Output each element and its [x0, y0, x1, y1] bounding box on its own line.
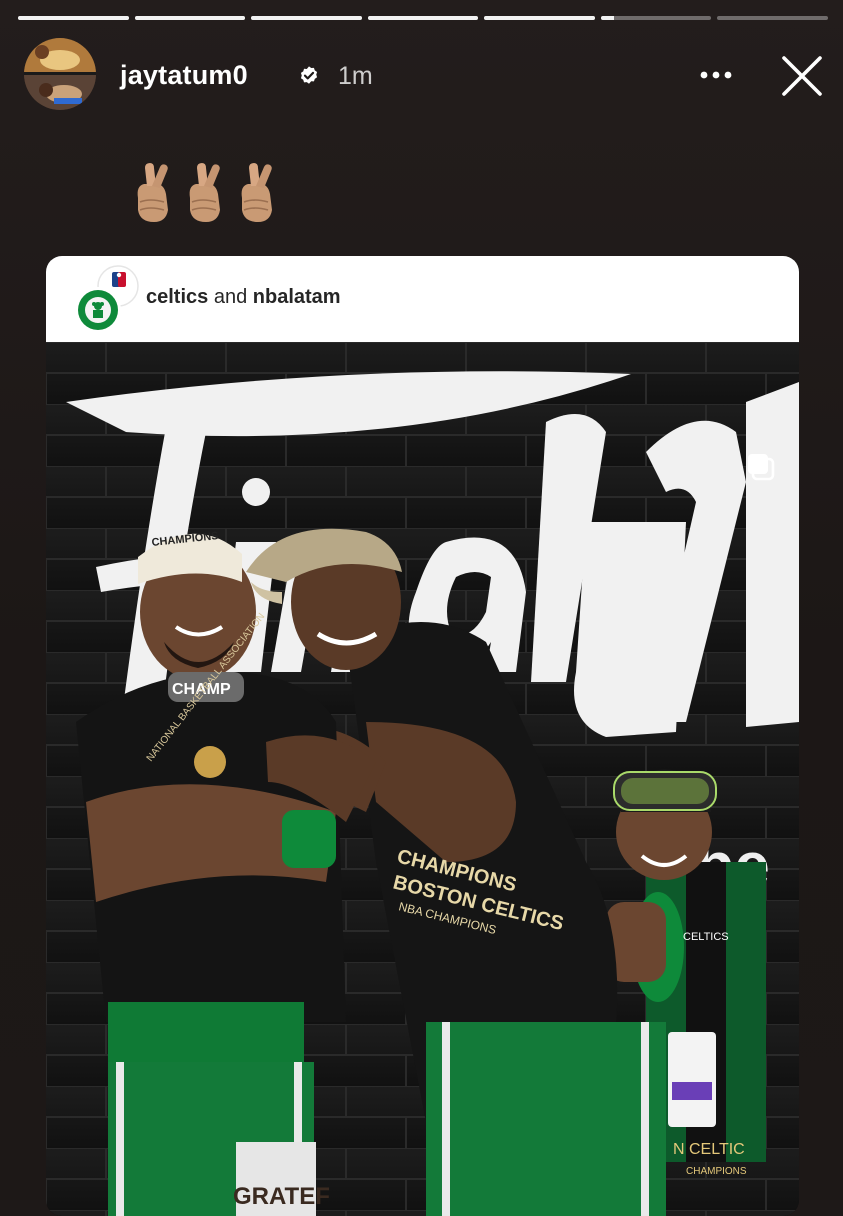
more-horizontal-icon[interactable]	[696, 58, 736, 92]
progress-segment	[18, 16, 129, 20]
shared-post-header: celtics and nbalatam	[46, 256, 799, 342]
emoji-sticker[interactable]	[130, 158, 284, 228]
author-celtics[interactable]: celtics	[146, 286, 208, 308]
kid-jacket-text: CELTICS	[683, 931, 729, 943]
knee-tattoo-text: GRATEF	[233, 1183, 330, 1210]
celebration-photo: ube N CELTIC CHAMPIONS CELTICS	[46, 342, 799, 1216]
author-nbalatam[interactable]: nbalatam	[253, 286, 341, 308]
authors-joiner: and	[213, 286, 248, 308]
carousel-multiple-icon	[748, 454, 775, 481]
progress-segment	[367, 16, 479, 20]
avatar-photo	[24, 38, 96, 110]
author-avatar[interactable]	[24, 38, 96, 110]
progress-segment	[717, 16, 829, 20]
kid-lanyard-sub: CHAMPIONS	[686, 1166, 747, 1177]
kid-lanyard-text: N CELTIC	[673, 1141, 745, 1158]
progress-segment	[484, 16, 595, 20]
story-progress	[18, 16, 829, 20]
crossed-fingers-emoji	[241, 163, 272, 222]
verified-badge-icon	[300, 66, 318, 84]
story-header: jaytatum0 1m	[24, 38, 824, 110]
shared-post-authors[interactable]: celtics and nbalatam	[146, 286, 341, 309]
shared-post-photo[interactable]: ube N CELTIC CHAMPIONS CELTICS	[46, 342, 799, 1216]
progress-segment	[251, 16, 362, 20]
author-username[interactable]: jaytatum0	[120, 60, 248, 91]
progress-segment	[134, 16, 246, 20]
shared-post-card[interactable]: celtics and nbalatam N CELTIC CHAMPIONS …	[46, 256, 799, 1216]
crossed-fingers-emoji	[189, 163, 220, 222]
progress-segment-current	[600, 16, 712, 20]
close-icon[interactable]	[780, 54, 824, 98]
crossed-fingers-emoji	[137, 163, 168, 222]
post-time: 1m	[338, 62, 373, 90]
